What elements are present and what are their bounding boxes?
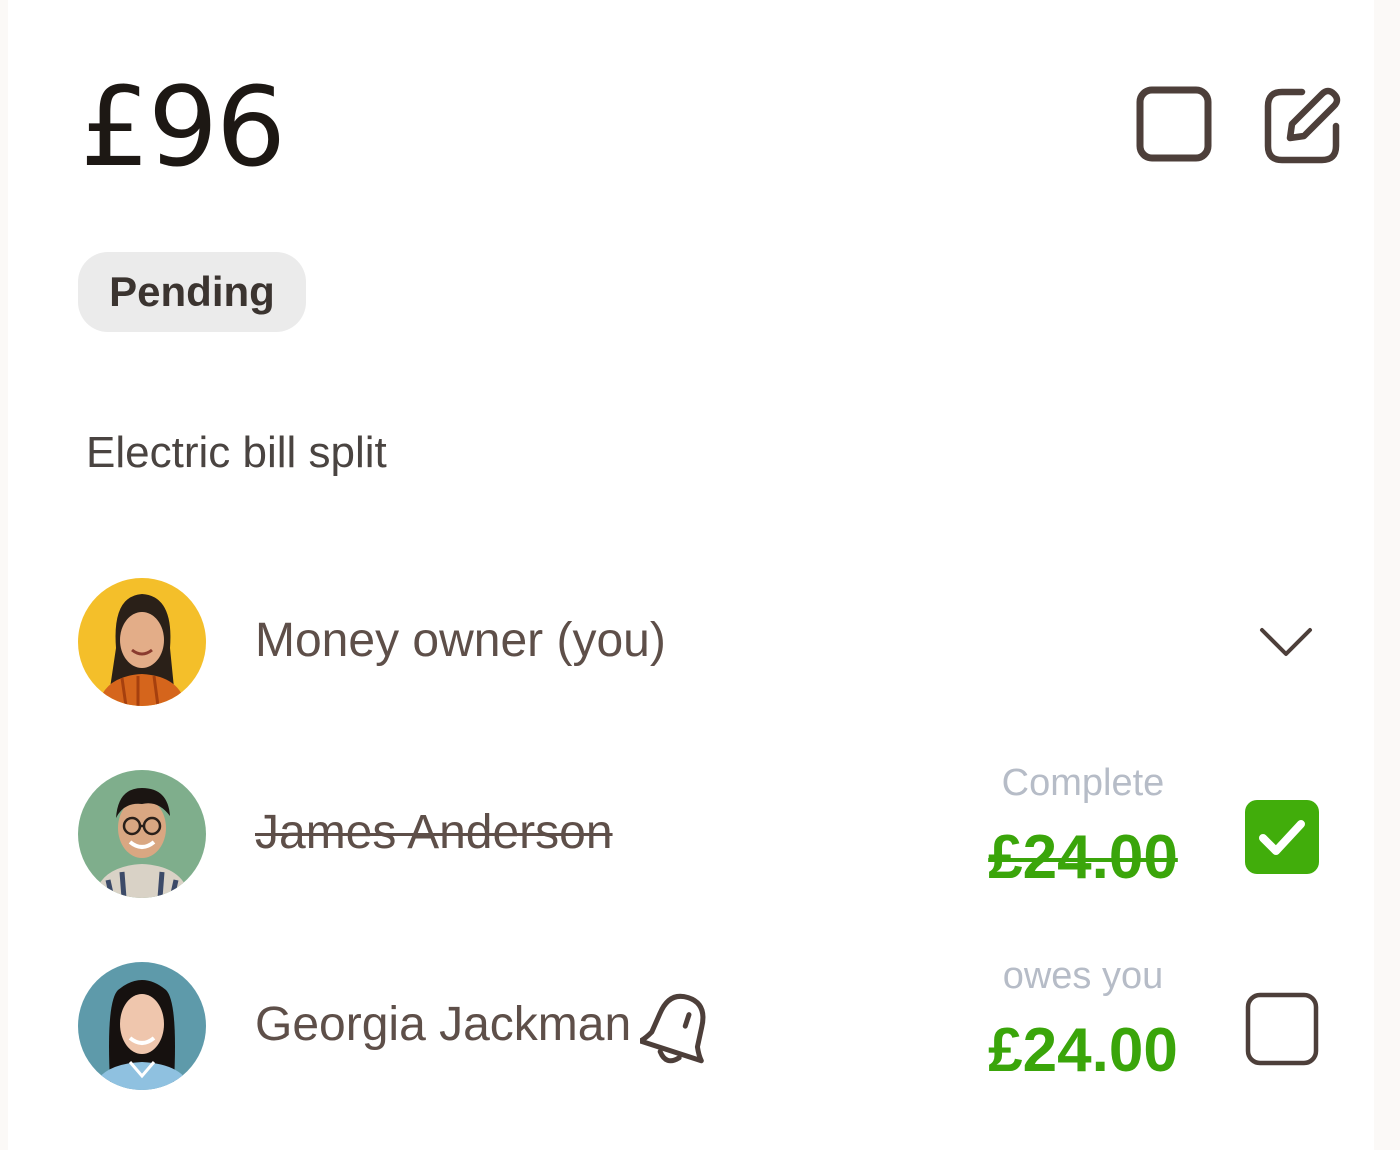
checkbox-empty-icon — [1245, 992, 1319, 1066]
amount-james: £24.00 — [988, 823, 1178, 892]
avatar-owner — [78, 578, 206, 706]
edit-button[interactable] — [1262, 84, 1344, 164]
bell-icon — [637, 993, 706, 1064]
expense-card: £96 Pending Electric bill split Money ow… — [8, 0, 1374, 1150]
total-amount: £96 — [80, 63, 286, 191]
payment-status-georgia: owes you — [1002, 955, 1164, 997]
expand-toggle[interactable] — [1256, 622, 1316, 662]
edit-pencil-icon — [1264, 87, 1341, 164]
paid-checkbox-james[interactable] — [1245, 800, 1319, 874]
paid-checkbox-georgia[interactable] — [1245, 992, 1319, 1066]
participant-name-james: James Anderson — [255, 806, 613, 859]
select-checkbox[interactable] — [1136, 86, 1212, 162]
expense-description: Electric bill split — [86, 428, 387, 477]
payment-status-james: Complete — [1001, 762, 1165, 804]
participant-name-georgia: Georgia Jackman — [255, 998, 632, 1051]
square-outline-icon — [1136, 86, 1212, 162]
avatar-georgia-jackman — [78, 962, 206, 1090]
status-badge: Pending — [78, 252, 306, 332]
avatar-james-anderson — [78, 770, 206, 898]
chevron-down-icon — [1260, 628, 1312, 656]
amount-georgia: £24.00 — [988, 1016, 1178, 1085]
remind-button[interactable] — [637, 990, 716, 1068]
participant-name-owner: Money owner (you) — [255, 614, 666, 667]
checkmark-icon — [1245, 800, 1319, 874]
